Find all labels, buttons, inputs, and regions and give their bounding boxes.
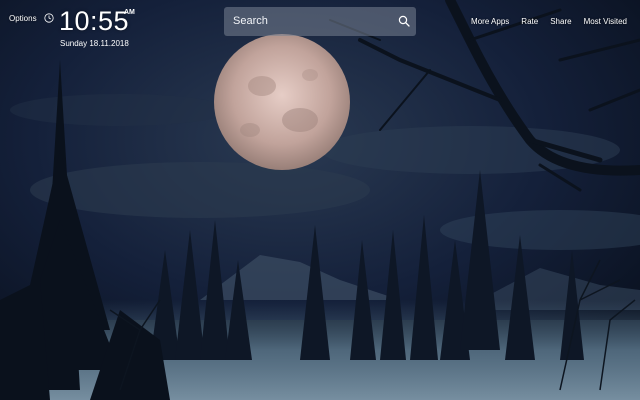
wallpaper-background <box>0 0 640 400</box>
nav-share[interactable]: Share <box>550 17 571 26</box>
clock-icon[interactable] <box>44 13 54 23</box>
nav-more-apps[interactable]: More Apps <box>471 17 509 26</box>
clock-time: 10:55 <box>59 6 130 36</box>
clock-ampm: AM <box>124 9 135 16</box>
nav-rate[interactable]: Rate <box>521 17 538 26</box>
clock-date: Sunday 18.11.2018 <box>60 39 129 48</box>
search-box[interactable]: Search <box>224 7 416 36</box>
top-nav: More Apps Rate Share Most Visited <box>471 17 627 26</box>
nav-most-visited[interactable]: Most Visited <box>584 17 627 26</box>
moon <box>214 34 350 170</box>
options-link[interactable]: Options <box>9 14 37 23</box>
new-tab-page: Options 10:55 AM Sunday 18.11.2018 Searc… <box>0 0 640 400</box>
search-placeholder: Search <box>233 15 268 27</box>
search-icon[interactable] <box>398 15 410 27</box>
